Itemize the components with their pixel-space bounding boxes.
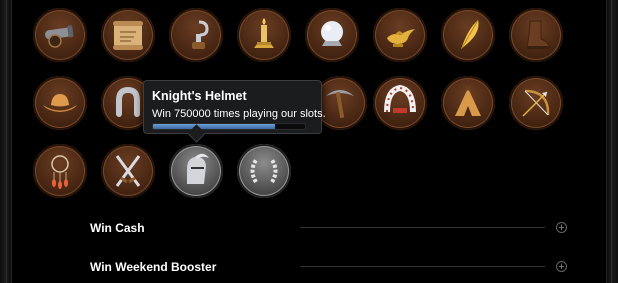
achievement-badge-scroll[interactable] (101, 8, 155, 62)
achievement-badge-bow[interactable] (509, 76, 563, 130)
achievement-tooltip: Knight's Helmet Win 750000 times playing… (143, 80, 326, 134)
crossed-swords-icon (115, 155, 141, 187)
section-divider (300, 266, 545, 267)
scroll-map-icon (113, 21, 143, 50)
achievement-badge-laurel[interactable] (237, 144, 291, 198)
achievement-badge-swords[interactable] (101, 144, 155, 198)
candle-icon (254, 18, 274, 48)
frame-left (0, 0, 12, 283)
knights-helmet-icon (187, 153, 209, 184)
magic-lamp-icon (387, 29, 415, 47)
dreamcatcher-icon (51, 155, 69, 189)
frame-right (606, 0, 618, 283)
cannon-icon (45, 25, 74, 48)
achievement-badge-lamp[interactable] (373, 8, 427, 62)
achievement-badge-dreamcatcher[interactable] (33, 144, 87, 198)
tooltip-progress-fill (153, 124, 275, 129)
bow-arrow-icon (522, 89, 550, 117)
achievement-badge-boot[interactable] (509, 8, 563, 62)
hook-icon (192, 20, 209, 49)
tooltip-description: Win 750000 times playing our slots. (152, 108, 326, 120)
achievement-badge-candle[interactable] (237, 8, 291, 62)
cowboy-hat-icon (43, 94, 77, 112)
expand-win-cash-plus-icon[interactable]: + (556, 222, 567, 234)
achievement-badge-knights-helmet[interactable] (169, 144, 223, 198)
section-win-cash-label[interactable]: Win Cash (90, 221, 145, 235)
tooltip-progress-bar (152, 123, 306, 130)
achievement-badge-headdress[interactable] (373, 76, 427, 130)
section-divider (300, 227, 545, 228)
achievement-badge-teepee[interactable] (441, 76, 495, 130)
section-win-weekend-booster-label[interactable]: Win Weekend Booster (90, 260, 216, 274)
feather-quill-icon (461, 19, 479, 49)
crystal-ball-icon (321, 21, 343, 46)
feather-headdress-icon (384, 84, 416, 113)
cowboy-boot-icon (526, 20, 551, 49)
achievement-badge-crystal-ball[interactable] (305, 8, 359, 62)
achievement-badge-cannon[interactable] (33, 8, 87, 62)
achievement-badge-hook[interactable] (169, 8, 223, 62)
achievement-badge-quill[interactable] (441, 8, 495, 62)
achievement-badge-cowboy-hat[interactable] (33, 76, 87, 130)
teepee-icon (455, 85, 481, 116)
tooltip-title: Knight's Helmet (152, 89, 247, 103)
expand-win-weekend-booster-plus-icon[interactable]: + (556, 261, 567, 273)
laurel-wreath-icon (250, 158, 278, 184)
